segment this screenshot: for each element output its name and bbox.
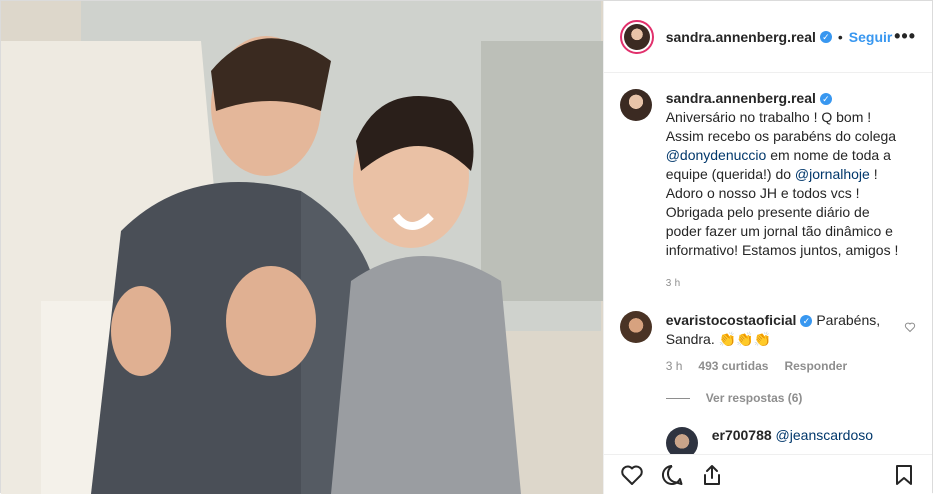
view-replies[interactable]: Ver respostas (6): [665, 391, 916, 405]
share-icon[interactable]: [700, 463, 724, 487]
caption-username[interactable]: sandra.annenberg.real: [666, 90, 816, 106]
verified-icon: ✓: [800, 315, 813, 328]
post-caption: sandra.annenberg.real ✓ Aniversário no tr…: [619, 89, 916, 293]
comments-section[interactable]: sandra.annenberg.real ✓ Aniversário no tr…: [604, 73, 932, 454]
reply-text: er700788 @jeanscardoso: [712, 427, 873, 454]
photo-illustration: [1, 1, 603, 494]
follow-button[interactable]: Seguir: [849, 29, 893, 45]
author-username[interactable]: sandra.annenberg.real: [666, 29, 816, 45]
reply-avatar[interactable]: [665, 427, 698, 454]
author-avatar[interactable]: [619, 19, 654, 54]
caption-text: sandra.annenberg.real ✓ Aniversário no tr…: [666, 89, 902, 293]
bookmark-icon[interactable]: [892, 463, 916, 487]
caption-timestamp[interactable]: 3 h: [666, 274, 902, 293]
comment-icon[interactable]: [660, 463, 684, 487]
action-bar: [603, 454, 932, 494]
comment-like-icon[interactable]: [904, 321, 916, 333]
comment-timestamp[interactable]: 3 h: [666, 359, 683, 373]
caption-avatar[interactable]: [619, 89, 652, 121]
comment-meta: 3 h 493 curtidas Responder: [666, 359, 916, 373]
post-sidebar: sandra.annenberg.real ✓ • Seguir ••• san…: [602, 1, 932, 494]
comment-likes[interactable]: 493 curtidas: [698, 359, 768, 373]
reply-button[interactable]: Responder: [784, 359, 847, 373]
commenter-username[interactable]: evaristocostaoficial: [666, 312, 797, 328]
post-photo[interactable]: [1, 1, 603, 494]
reply-item: er700788 @jeanscardoso: [665, 427, 916, 454]
mention-link[interactable]: @donydenuccio: [666, 147, 767, 163]
commenter-avatar[interactable]: [619, 311, 652, 343]
heart-icon[interactable]: [620, 463, 644, 487]
post-modal: sandra.annenberg.real ✓ • Seguir ••• san…: [0, 0, 933, 494]
replies-line: [665, 397, 690, 399]
view-replies-label: Ver respostas (6): [705, 391, 803, 405]
post-header: sandra.annenberg.real ✓ • Seguir •••: [603, 1, 932, 73]
reply-username[interactable]: er700788: [712, 427, 772, 443]
verified-icon: ✓: [819, 30, 832, 43]
caption-text-part-1: Aniversário no trabalho ! Q bom ! Assim …: [665, 109, 897, 144]
mention-link[interactable]: @jornalhoje: [795, 166, 870, 182]
comment-text: evaristocostaoficial ✓ Parabéns, Sandra. …: [666, 311, 886, 349]
separator-dot: •: [837, 28, 843, 45]
more-options-icon[interactable]: •••: [894, 26, 916, 47]
comment-item: evaristocostaoficial ✓ Parabéns, Sandra. …: [619, 311, 916, 349]
verified-icon: ✓: [819, 93, 832, 106]
mention-link[interactable]: @jeanscardoso: [776, 427, 874, 443]
